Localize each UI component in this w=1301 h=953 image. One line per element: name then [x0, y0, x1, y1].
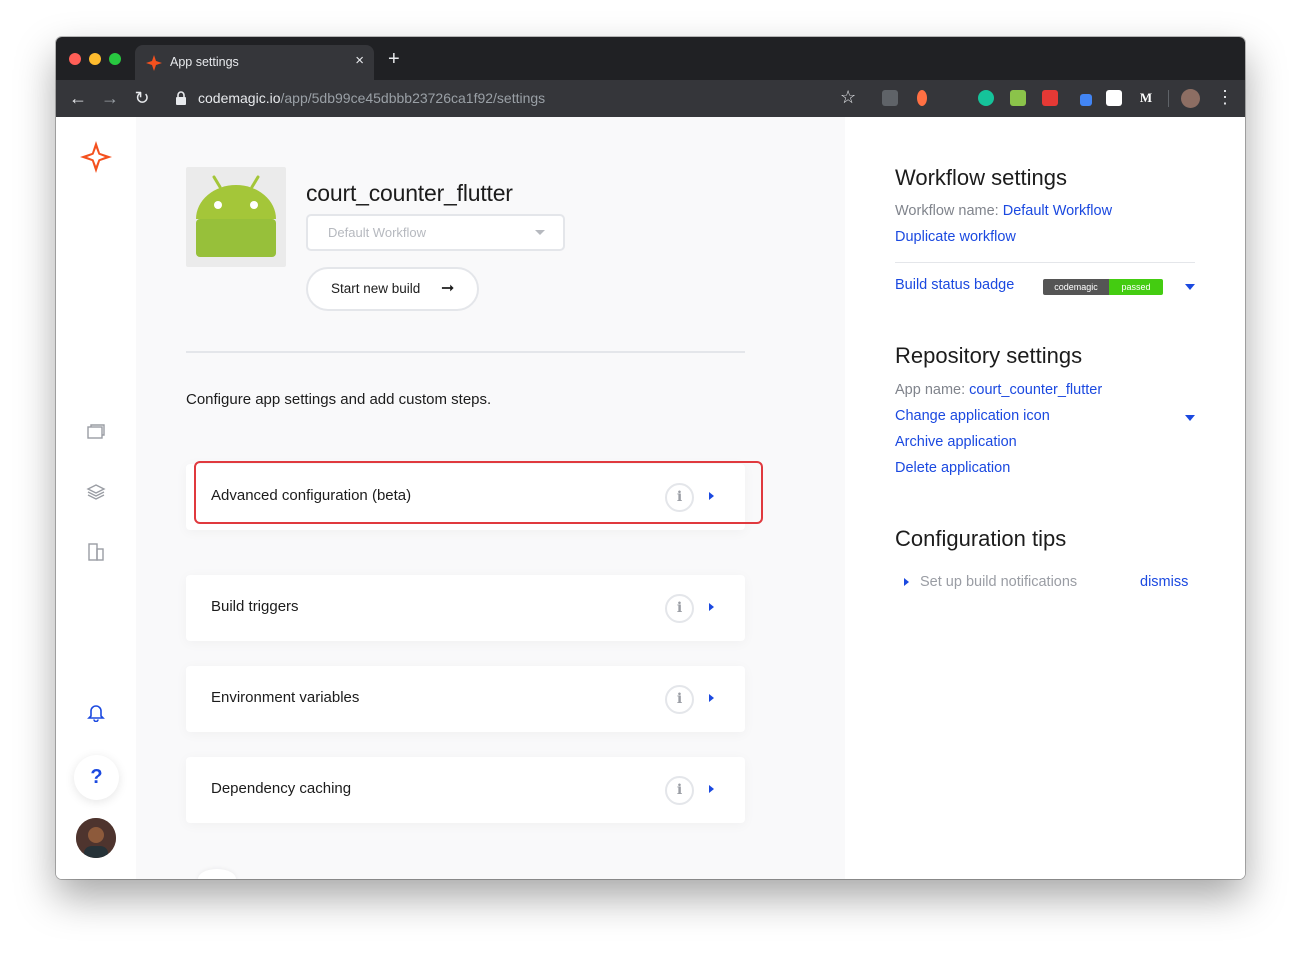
next-card-peek [198, 869, 236, 879]
highlight-outline [194, 461, 763, 524]
codemagic-favicon-icon [146, 55, 162, 71]
settings-intro-text: Configure app settings and add custom st… [186, 391, 492, 408]
settings-card-environment-variables[interactable]: Environment variables i [186, 666, 745, 732]
forward-button[interactable]: → [100, 88, 120, 108]
archive-application-link[interactable]: Archive application [895, 434, 1017, 450]
toolbar-separator [1168, 90, 1169, 107]
user-avatar[interactable] [76, 818, 116, 858]
info-icon[interactable]: i [665, 776, 694, 805]
notifications-bell-icon[interactable] [86, 702, 106, 722]
teams-building-icon[interactable] [86, 542, 106, 562]
medium-extension-icon-2[interactable]: M [1138, 90, 1154, 106]
duplicate-workflow-link[interactable]: Duplicate workflow [895, 229, 1016, 245]
extension-icon-2[interactable] [917, 90, 927, 106]
arrow-right-icon: ➞ [441, 280, 455, 297]
user-avatar-image [76, 818, 116, 858]
dismiss-link[interactable]: dismiss [1140, 574, 1188, 590]
settings-card-build-triggers[interactable]: Build triggers i [186, 575, 745, 641]
profile-avatar[interactable] [1181, 89, 1200, 108]
app-name-label: App name: [895, 382, 966, 398]
bookmark-star-icon[interactable]: ☆ [840, 87, 856, 108]
help-button[interactable]: ? [74, 755, 119, 800]
info-icon[interactable]: i [665, 685, 694, 714]
app-icon[interactable] [186, 167, 286, 267]
codemagic-logo-icon[interactable] [78, 139, 114, 175]
zoom-window-button[interactable] [109, 53, 121, 65]
right-panel: Workflow settings Workflow name: Default… [845, 117, 1245, 879]
caret-right-icon [904, 578, 909, 586]
browser-toolbar: ← → ↻ codemagic.io/app/5db99ce45dbbb2372… [56, 80, 1245, 117]
card-title: Build triggers [211, 598, 299, 615]
workflow-name-link[interactable]: Default Workflow [1003, 203, 1112, 219]
workflow-name-row: Workflow name: Default Workflow [895, 203, 1112, 219]
info-icon[interactable]: i [665, 594, 694, 623]
start-new-build-button[interactable]: Start new build ➞ [306, 267, 479, 311]
browser-window: App settings × + ← → ↻ codemagic.io/app/… [56, 37, 1245, 879]
lock-icon [176, 91, 186, 105]
delete-application-link[interactable]: Delete application [895, 460, 1010, 476]
workflow-select-value: Default Workflow [328, 225, 427, 240]
left-navigation: ? [56, 117, 136, 879]
build-status-badge-link[interactable]: Build status badge [895, 277, 1014, 293]
tab-title: App settings [170, 55, 239, 69]
app-name-title: court_counter_flutter [306, 180, 513, 206]
extension-icon-1[interactable] [882, 90, 898, 106]
workflow-settings-heading: Workflow settings [895, 165, 1067, 190]
badge-label: codemagic [1043, 279, 1109, 295]
extension-icon-5[interactable] [1042, 90, 1058, 106]
android-icon [196, 175, 276, 257]
divider [895, 262, 1195, 263]
back-button[interactable]: ← [68, 88, 88, 108]
caret-right-icon [709, 694, 714, 702]
caret-right-icon [709, 603, 714, 611]
workflow-select[interactable]: Default Workflow [306, 214, 565, 251]
settings-card-dependency-caching[interactable]: Dependency caching i [186, 757, 745, 823]
layers-icon[interactable] [86, 482, 106, 502]
close-window-button[interactable] [69, 53, 81, 65]
new-tab-button[interactable]: + [388, 49, 400, 69]
url-path: /app/5db99ce45dbbb23726ca1f92/settings [280, 90, 546, 106]
start-build-label: Start new build [331, 281, 421, 296]
card-title: Dependency caching [211, 780, 352, 797]
app-name-link[interactable]: court_counter_flutter [969, 382, 1102, 398]
extension-icon-4[interactable] [1010, 90, 1026, 106]
browser-tab[interactable]: App settings × [135, 45, 374, 80]
grammarly-extension-icon[interactable] [978, 90, 994, 106]
build-status-badge: codemagic passed [1043, 279, 1163, 295]
browser-menu-icon[interactable]: ⋮ [1216, 86, 1234, 108]
minimize-window-button[interactable] [89, 53, 101, 65]
chevron-down-icon [535, 230, 545, 235]
chevron-down-icon[interactable] [1185, 284, 1195, 290]
divider [186, 351, 745, 353]
extension-icon-6[interactable] [1080, 94, 1092, 106]
configuration-tips-heading: Configuration tips [895, 526, 1067, 551]
chevron-down-icon[interactable] [1185, 415, 1195, 421]
medium-extension-icon-1[interactable] [1106, 90, 1122, 106]
tip-build-notifications[interactable]: Set up build notifications [920, 574, 1077, 590]
card-title: Environment variables [211, 689, 360, 706]
badge-status: passed [1109, 279, 1163, 295]
tab-close-icon[interactable]: × [355, 52, 364, 70]
title-bar: App settings × + [56, 37, 1245, 80]
url-host: codemagic.io [198, 90, 281, 106]
address-bar[interactable]: codemagic.io/app/5db99ce45dbbb23726ca1f9… [198, 90, 545, 106]
page: ? court_counter_flutter Default Workflow… [56, 117, 1245, 879]
workflow-name-label: Workflow name: [895, 203, 999, 219]
reload-button[interactable]: ↻ [132, 88, 152, 108]
change-application-icon-link[interactable]: Change application icon [895, 408, 1050, 424]
apps-folder-icon[interactable] [86, 422, 106, 442]
repository-settings-heading: Repository settings [895, 343, 1083, 368]
caret-right-icon [709, 785, 714, 793]
app-name-row: App name: court_counter_flutter [895, 382, 1102, 398]
